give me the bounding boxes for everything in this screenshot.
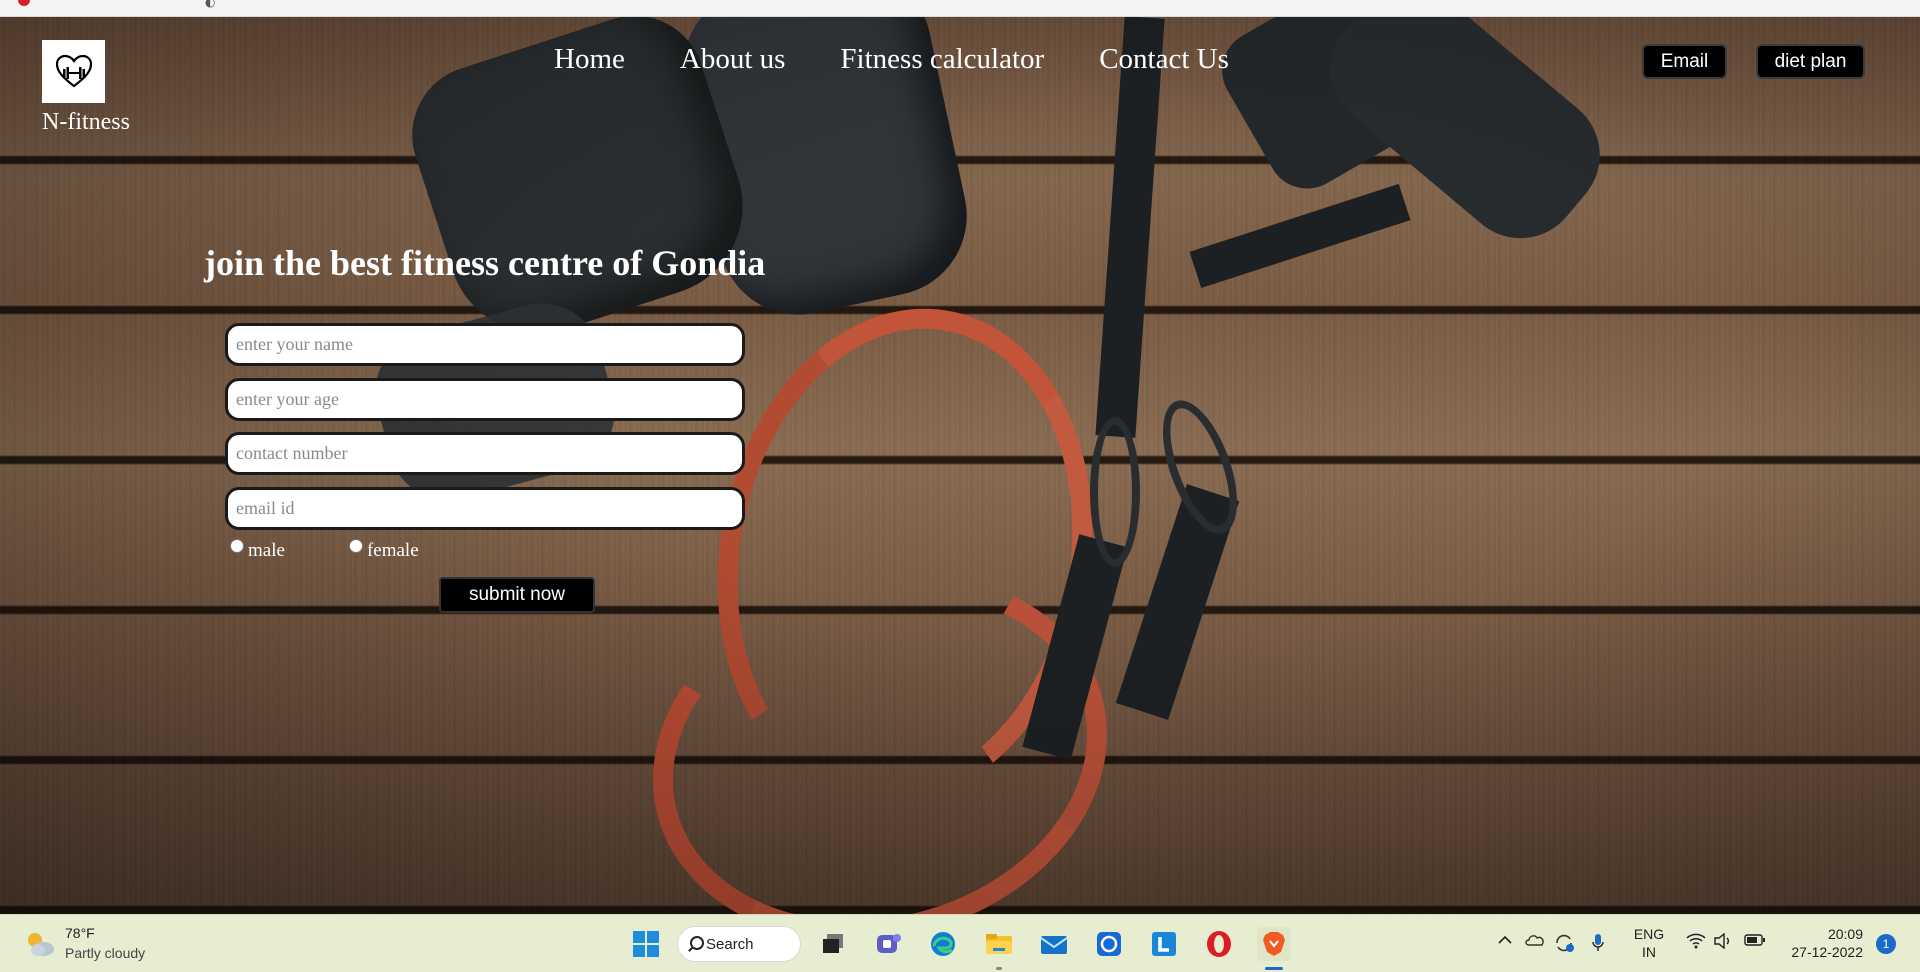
volume-icon[interactable] bbox=[1713, 932, 1733, 952]
clock-date: 27-12-2022 bbox=[1791, 944, 1863, 960]
brand-name: N-fitness bbox=[42, 109, 130, 135]
contact-number-input[interactable] bbox=[225, 432, 745, 475]
search-icon bbox=[690, 936, 704, 950]
email-input[interactable] bbox=[225, 487, 745, 530]
windows-taskbar: 78°F Partly cloudy Search ENG IN 20:09 2… bbox=[0, 914, 1920, 972]
file-explorer-icon[interactable] bbox=[982, 927, 1016, 961]
diet-plan-button[interactable]: diet plan bbox=[1756, 44, 1865, 79]
name-input[interactable] bbox=[225, 323, 745, 366]
nav-home[interactable]: Home bbox=[554, 43, 625, 76]
opera-icon[interactable] bbox=[1202, 927, 1236, 961]
taskbar-search[interactable]: Search bbox=[677, 926, 801, 962]
main-nav: Home About us Fitness calculator Contact… bbox=[554, 43, 1229, 76]
wifi-icon[interactable] bbox=[1686, 933, 1706, 952]
onedrive-cloud-icon[interactable] bbox=[1524, 933, 1546, 950]
hero-headline: join the best fitness centre of Gondia bbox=[204, 243, 766, 283]
age-input[interactable] bbox=[225, 378, 745, 421]
sync-icon[interactable] bbox=[1553, 933, 1575, 956]
nav-contact-us[interactable]: Contact Us bbox=[1099, 43, 1229, 76]
brave-icon[interactable] bbox=[1257, 927, 1291, 961]
weather-description[interactable]: Partly cloudy bbox=[65, 945, 145, 961]
running-indicator bbox=[996, 967, 1002, 970]
active-app-indicator bbox=[1265, 967, 1283, 970]
heart-dumbbell-icon bbox=[55, 54, 92, 87]
hero-background: N-fitness Home About us Fitness calculat… bbox=[0, 17, 1920, 914]
language-code: ENG bbox=[1633, 926, 1665, 942]
region-code: IN bbox=[1642, 944, 1656, 960]
taskbar-search-label: Search bbox=[706, 935, 754, 953]
email-button[interactable]: Email bbox=[1642, 44, 1727, 79]
browser-tab-glyph-icon: ◐ bbox=[205, 0, 216, 9]
female-label: female bbox=[366, 540, 419, 561]
task-view-icon[interactable] bbox=[816, 927, 850, 961]
browser-top-strip: ◐ bbox=[0, 0, 1920, 17]
partly-cloudy-icon[interactable] bbox=[24, 929, 56, 959]
app-l-icon[interactable] bbox=[1147, 927, 1181, 961]
logo[interactable] bbox=[42, 40, 105, 103]
app-blue-icon[interactable] bbox=[1092, 927, 1126, 961]
microphone-icon[interactable] bbox=[1591, 933, 1605, 956]
start-icon[interactable] bbox=[629, 927, 663, 961]
weather-temperature[interactable]: 78°F bbox=[65, 925, 95, 941]
chevron-up-icon[interactable] bbox=[1497, 933, 1513, 950]
edge-icon[interactable] bbox=[926, 927, 960, 961]
notification-badge[interactable]: 1 bbox=[1876, 934, 1896, 954]
nav-fitness-calculator[interactable]: Fitness calculator bbox=[840, 43, 1044, 76]
teams-icon[interactable] bbox=[872, 927, 906, 961]
clock-time: 20:09 bbox=[1827, 926, 1863, 942]
gender-radio-group: male female bbox=[230, 535, 419, 561]
browser-tab-icon[interactable] bbox=[18, 0, 30, 6]
male-label: male bbox=[248, 540, 285, 561]
female-radio[interactable] bbox=[348, 539, 363, 553]
language-indicator[interactable]: ENG IN bbox=[1633, 925, 1665, 961]
nav-about-us[interactable]: About us bbox=[680, 43, 786, 76]
battery-icon[interactable] bbox=[1744, 933, 1766, 950]
system-clock[interactable]: 20:09 27-12-2022 bbox=[1783, 925, 1863, 961]
mail-icon[interactable] bbox=[1037, 927, 1071, 961]
submit-button[interactable]: submit now bbox=[439, 577, 595, 613]
male-radio[interactable] bbox=[230, 539, 244, 553]
